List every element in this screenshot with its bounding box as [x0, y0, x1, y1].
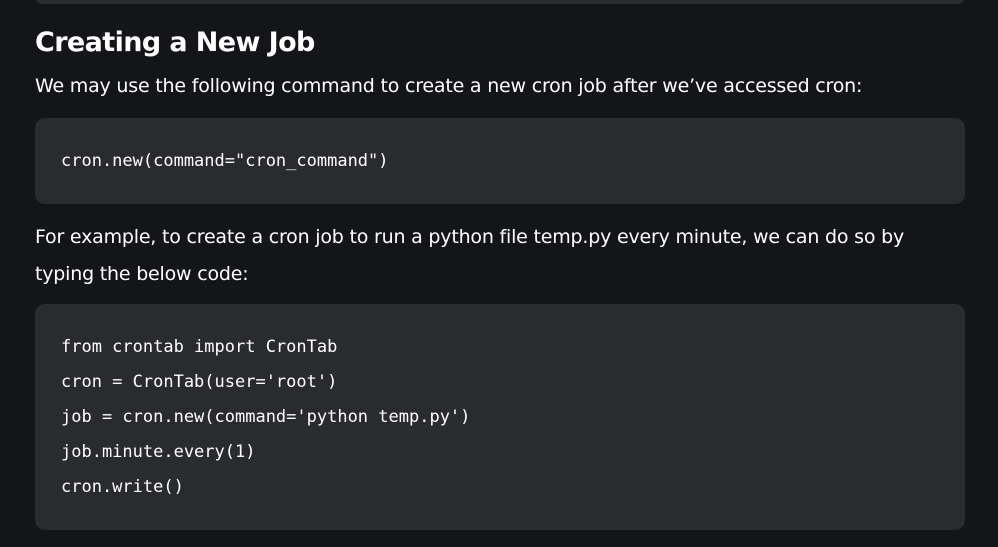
code-line: job.minute.every(1) [61, 442, 256, 462]
section-heading: Creating a New Job [35, 27, 315, 58]
code-line: job = cron.new(command='python temp.py') [61, 407, 471, 427]
example-paragraph: For example, to create a cron job to run… [35, 226, 905, 285]
previous-code-block [35, 0, 965, 4]
code-block-example[interactable]: from crontab import CronTab cron = CronT… [35, 304, 965, 530]
code-line: cron.new(command="cron_command") [61, 151, 389, 171]
code-block-command[interactable]: cron.new(command="cron_command") [35, 118, 965, 204]
code-line: cron.write() [61, 477, 184, 497]
code-line: cron = CronTab(user='root') [61, 372, 338, 392]
intro-paragraph: We may use the following command to crea… [35, 75, 863, 97]
code-line: from crontab import CronTab [61, 337, 338, 357]
